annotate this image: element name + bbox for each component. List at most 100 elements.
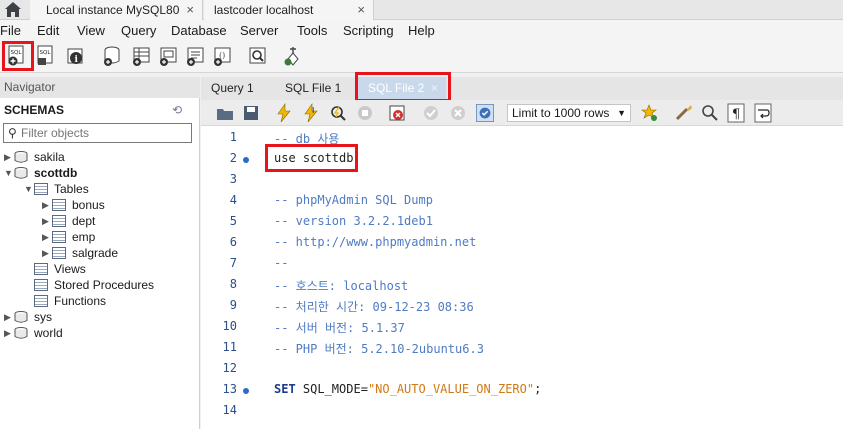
beautify-icon[interactable]: [675, 103, 693, 123]
code-line[interactable]: SET SQL_MODE="NO_AUTO_VALUE_ON_ZERO";: [274, 382, 541, 396]
limit-rows-select[interactable]: Limit to 1000 rows ▼: [507, 104, 631, 122]
window-tab-local-instance[interactable]: Local instance MySQL80 ×: [30, 0, 203, 20]
create-function-icon[interactable]: (): [212, 45, 232, 67]
code-line[interactable]: -- version 3.2.2.1deb1: [274, 214, 433, 228]
code-line[interactable]: -- 처리한 시간: 09-12-23 08:36: [274, 298, 474, 315]
menu-edit[interactable]: Edit: [37, 23, 59, 38]
expand-arrow-icon[interactable]: ▶: [4, 328, 14, 339]
search-table-data-icon[interactable]: [248, 45, 268, 67]
save-icon[interactable]: [242, 103, 260, 123]
code-line[interactable]: -- phpMyAdmin SQL Dump: [274, 193, 433, 207]
line-number: 1: [229, 130, 237, 144]
menu-view[interactable]: View: [77, 23, 105, 38]
execute-current-icon[interactable]: I: [302, 103, 320, 123]
code-text: -- PHP 버전: 5.2.10-2ubuntu6.3: [274, 342, 484, 356]
menu-file[interactable]: File: [0, 23, 21, 38]
highlight-box: [355, 72, 451, 102]
expand-arrow-icon[interactable]: ▶: [4, 312, 14, 323]
home-icon[interactable]: [4, 1, 22, 18]
tables-label: Tables: [54, 182, 89, 196]
code-line[interactable]: --: [274, 256, 288, 270]
schema-label: scottdb: [34, 166, 78, 180]
add-snippet-icon[interactable]: [641, 103, 659, 123]
table-label: emp: [72, 230, 96, 244]
highlight-box: [2, 41, 34, 71]
tab-query-1[interactable]: Query 1: [201, 77, 271, 100]
functions-node[interactable]: Functions: [34, 293, 106, 309]
menu-server[interactable]: Server: [240, 23, 278, 38]
reconnect-icon[interactable]: [283, 45, 303, 67]
main-toolbar: SQL SQL i (): [0, 41, 843, 73]
collapse-arrow-icon[interactable]: ▼: [4, 168, 14, 178]
table-bonus[interactable]: ▶ bonus: [42, 197, 105, 213]
schema-label: sakila: [34, 150, 65, 164]
menu-database[interactable]: Database: [171, 23, 227, 38]
table-label: bonus: [72, 198, 105, 212]
chevron-down-icon: ▼: [617, 108, 626, 118]
sql-editor[interactable]: 1 -- db 사용 2 use scottdb; 3 4 -- phpMyAdmin SQ…: [201, 126, 843, 429]
table-salgrade[interactable]: ▶ salgrade: [42, 245, 118, 261]
word-wrap-icon[interactable]: [754, 103, 772, 123]
database-icon: [14, 151, 28, 163]
statement-marker-icon: [243, 388, 249, 394]
stored-procedures-node[interactable]: Stored Procedures: [34, 277, 154, 293]
commit-icon[interactable]: [422, 103, 440, 123]
line-number: 2: [229, 151, 237, 165]
menu-scripting[interactable]: Scripting: [343, 23, 394, 38]
schema-scottdb[interactable]: ▼ scottdb: [4, 165, 77, 181]
tables-node[interactable]: ▼ Tables: [24, 181, 89, 197]
code-token: SQL_MODE=: [295, 382, 368, 396]
invisible-chars-icon[interactable]: ¶: [727, 103, 745, 123]
navigator-panel: Navigator SCHEMAS ⟲ ⚲ ▶ sakila ▼ scottdb…: [0, 77, 200, 429]
expand-arrow-icon[interactable]: ▶: [4, 152, 14, 163]
info-icon[interactable]: i: [66, 45, 86, 67]
svg-text:¶: ¶: [732, 107, 740, 122]
expand-arrow-icon[interactable]: ▶: [42, 232, 52, 243]
close-icon[interactable]: ×: [357, 2, 365, 17]
autocommit-toggle-icon[interactable]: [476, 103, 494, 123]
close-icon[interactable]: ×: [186, 2, 194, 17]
create-view-icon[interactable]: [158, 45, 178, 67]
menu-help[interactable]: Help: [408, 23, 435, 38]
window-tab-lastcoder[interactable]: lastcoder localhost ×: [204, 0, 374, 20]
menu-tools[interactable]: Tools: [297, 23, 327, 38]
table-label: salgrade: [72, 246, 119, 260]
window-tab-strip: Local instance MySQL80 × lastcoder local…: [0, 0, 843, 20]
expand-arrow-icon[interactable]: ▶: [42, 216, 52, 227]
code-line[interactable]: -- 서버 버전: 5.1.37: [274, 319, 405, 336]
menu-bar: File Edit View Query Database Server Too…: [0, 20, 843, 41]
stored-procedures-label: Stored Procedures: [54, 278, 155, 292]
explain-icon[interactable]: [329, 103, 347, 123]
views-node[interactable]: Views: [34, 261, 86, 277]
code-text: --: [274, 256, 289, 270]
rollback-icon[interactable]: [449, 103, 467, 123]
table-label: dept: [72, 214, 96, 228]
code-line[interactable]: -- 호스트: localhost: [274, 277, 408, 294]
code-line[interactable]: -- http://www.phpmyadmin.net: [274, 235, 476, 249]
schemas-label: SCHEMAS: [4, 103, 65, 117]
schema-world[interactable]: ▶ world: [4, 325, 63, 341]
collapse-arrow-icon[interactable]: ▼: [24, 184, 34, 194]
filter-objects-input[interactable]: [21, 126, 189, 140]
query-tab-strip: Query 1 SQL File 1 SQL File 2 ×: [201, 72, 843, 102]
expand-arrow-icon[interactable]: ▶: [42, 248, 52, 259]
execute-icon[interactable]: [275, 103, 293, 123]
refresh-icon[interactable]: ⟲: [172, 103, 182, 117]
find-icon[interactable]: [701, 103, 719, 123]
open-folder-icon[interactable]: [216, 103, 234, 123]
create-schema-icon[interactable]: [102, 45, 122, 67]
create-table-icon[interactable]: [131, 45, 151, 67]
schema-sakila[interactable]: ▶ sakila: [4, 149, 65, 165]
code-line[interactable]: -- PHP 버전: 5.2.10-2ubuntu6.3: [274, 340, 484, 357]
schema-sys[interactable]: ▶ sys: [4, 309, 52, 325]
search-icon: ⚲: [8, 126, 17, 140]
toggle-error-icon[interactable]: [388, 103, 406, 123]
expand-arrow-icon[interactable]: ▶: [42, 200, 52, 211]
menu-query[interactable]: Query: [121, 23, 156, 38]
tab-sql-file-1[interactable]: SQL File 1: [275, 77, 363, 100]
create-procedure-icon[interactable]: [185, 45, 205, 67]
open-sql-script-icon[interactable]: SQL: [35, 45, 55, 67]
stop-icon[interactable]: [356, 103, 374, 123]
table-emp[interactable]: ▶ emp: [42, 229, 95, 245]
table-dept[interactable]: ▶ dept: [42, 213, 95, 229]
